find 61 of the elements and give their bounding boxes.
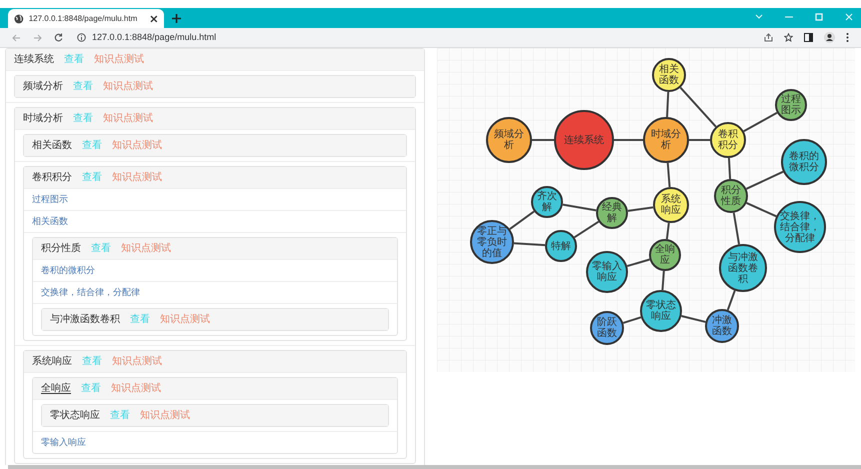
quiz-link[interactable]: 知识点测试 bbox=[111, 381, 161, 396]
info-icon bbox=[77, 33, 86, 42]
reload-icon[interactable] bbox=[54, 33, 63, 42]
edge-line bbox=[532, 139, 554, 141]
new-tab-icon[interactable] bbox=[172, 14, 181, 23]
panel-title: 连续系统 bbox=[14, 52, 54, 67]
quiz-link[interactable]: 知识点测试 bbox=[160, 312, 210, 327]
quiz-link[interactable]: 知识点测试 bbox=[94, 52, 144, 67]
edge-line bbox=[622, 316, 642, 324]
panel-title: 零状态响应 bbox=[50, 408, 100, 423]
topic-link[interactable]: 过程图示 bbox=[32, 192, 68, 206]
panel-title: 系统响应 bbox=[32, 354, 72, 369]
edge-line bbox=[614, 139, 643, 141]
edge-line bbox=[689, 139, 710, 141]
edge-line bbox=[574, 220, 600, 238]
edge-line bbox=[628, 206, 654, 212]
panel-title: 时域分析 bbox=[23, 112, 63, 126]
quiz-link[interactable]: 知识点测试 bbox=[103, 79, 153, 94]
topic-link[interactable]: 相关函数 bbox=[32, 214, 68, 228]
close-icon[interactable] bbox=[150, 14, 158, 22]
panel-title: 积分性质 bbox=[41, 242, 81, 256]
edge-line bbox=[746, 202, 777, 218]
quiz-link[interactable]: 知识点测试 bbox=[112, 138, 162, 153]
edge-line bbox=[666, 92, 670, 118]
edge-line bbox=[666, 222, 670, 240]
tab-title: 127.0.0.1:8848/page/mulu.htm bbox=[28, 12, 138, 24]
edge-line bbox=[681, 315, 706, 323]
panel-title: 全响应 bbox=[41, 382, 71, 396]
horizontal-scrollbar[interactable] bbox=[8, 465, 861, 469]
quiz-link[interactable]: 知识点测试 bbox=[121, 241, 171, 256]
edge-line bbox=[743, 112, 778, 132]
edge-line bbox=[746, 170, 784, 190]
edge-line bbox=[728, 158, 732, 180]
globe-icon bbox=[14, 14, 24, 24]
edge-line bbox=[662, 270, 665, 290]
edge-line bbox=[666, 162, 671, 188]
browser-tab[interactable]: 127.0.0.1:8848/page/mulu.htm bbox=[8, 9, 164, 28]
edge-line bbox=[680, 86, 717, 128]
edge-line bbox=[514, 242, 546, 246]
quiz-link[interactable]: 知识点测试 bbox=[112, 354, 162, 369]
topic-link[interactable]: 交换律，结合律，分配律 bbox=[41, 286, 140, 300]
edge-line bbox=[726, 290, 736, 310]
quiz-link[interactable]: 知识点测试 bbox=[112, 170, 162, 185]
edge-line bbox=[562, 204, 596, 212]
panel-title: 相关函数 bbox=[32, 138, 72, 153]
star-icon[interactable] bbox=[784, 33, 793, 42]
menu-icon[interactable] bbox=[846, 33, 849, 42]
edge-line bbox=[509, 210, 535, 230]
url-text: 127.0.0.1:8848/page/mulu.html bbox=[92, 30, 216, 44]
share-icon[interactable] bbox=[764, 33, 773, 42]
topic-link[interactable]: 零输入响应 bbox=[41, 436, 86, 450]
panel-title: 频域分析 bbox=[23, 80, 63, 94]
quiz-link[interactable]: 知识点测试 bbox=[140, 408, 190, 423]
topic-link[interactable]: 卷积的微积分 bbox=[41, 264, 95, 278]
quiz-link[interactable]: 知识点测试 bbox=[103, 111, 153, 126]
panel-title: 与冲激函数卷积 bbox=[50, 312, 120, 327]
profile-icon[interactable] bbox=[824, 32, 835, 43]
edge-line bbox=[626, 258, 650, 268]
edge-line bbox=[732, 212, 740, 244]
sidebar-icon[interactable] bbox=[804, 33, 813, 42]
panel-title: 卷积积分 bbox=[32, 171, 72, 185]
